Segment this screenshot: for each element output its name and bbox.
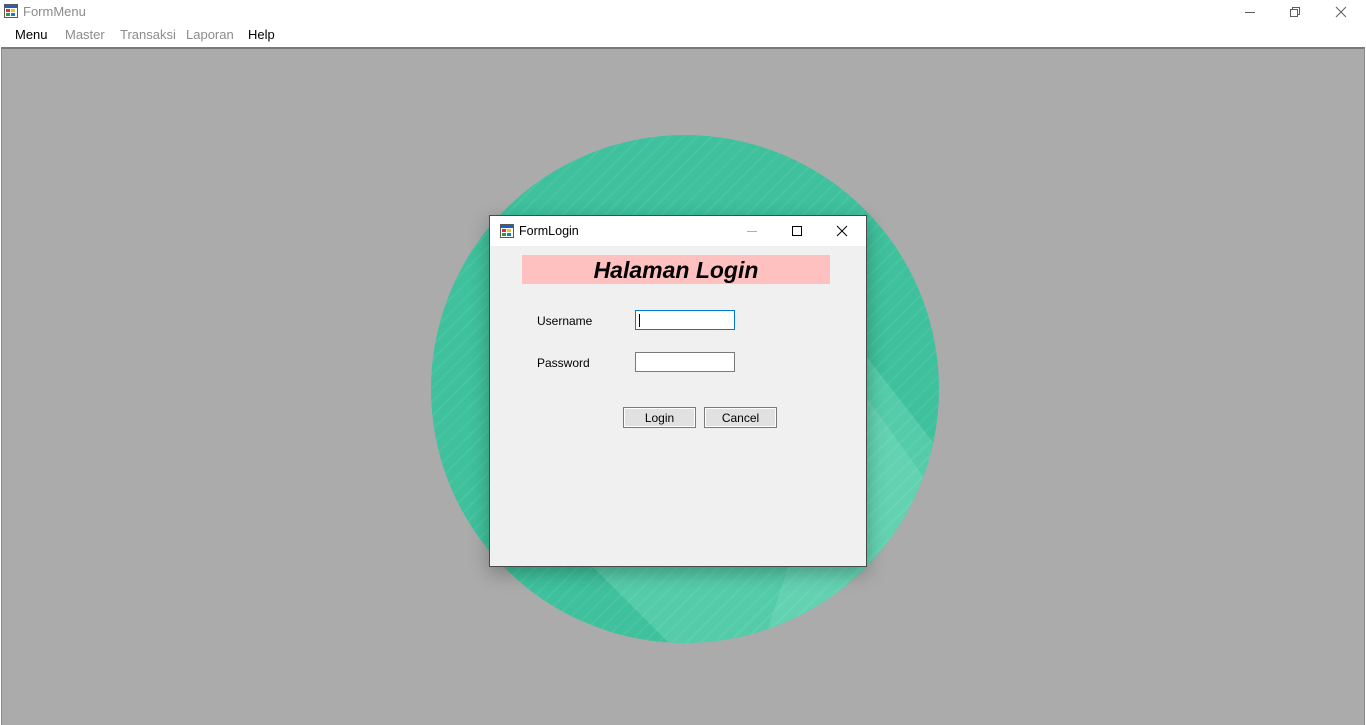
- login-minimize-button[interactable]: [730, 216, 774, 246]
- maximize-icon: [792, 226, 802, 236]
- username-input[interactable]: [635, 310, 735, 330]
- login-window-title: FormLogin: [519, 224, 579, 238]
- password-input[interactable]: [635, 352, 735, 372]
- minimize-icon: [747, 231, 757, 232]
- menu-item-laporan[interactable]: Laporan: [186, 27, 234, 43]
- login-close-button[interactable]: [820, 216, 864, 246]
- login-button[interactable]: Login: [623, 407, 696, 428]
- menu-bar: Menu Master Transaksi Laporan Help: [0, 23, 1366, 47]
- menu-item-master[interactable]: Master: [65, 27, 105, 43]
- close-icon: [1335, 6, 1347, 17]
- text-caret: [639, 314, 640, 327]
- title-bar[interactable]: FormMenu: [0, 0, 1366, 23]
- restore-icon: [1290, 6, 1300, 17]
- form-icon: [500, 224, 514, 238]
- main-window: FormMenu Menu Master Transaksi Laporan H…: [0, 0, 1366, 725]
- username-label: Username: [537, 314, 593, 328]
- minimize-button[interactable]: [1227, 0, 1273, 23]
- cancel-button[interactable]: Cancel: [704, 407, 777, 428]
- login-dialog: FormLogin Halaman Login Username Passwor…: [489, 215, 867, 567]
- menu-item-transaksi[interactable]: Transaksi: [120, 27, 176, 43]
- login-title-bar[interactable]: FormLogin: [490, 216, 866, 246]
- close-icon: [836, 225, 848, 237]
- form-icon: [4, 4, 18, 18]
- password-label: Password: [537, 356, 590, 370]
- restore-button[interactable]: [1272, 0, 1318, 23]
- menu-item-help[interactable]: Help: [248, 27, 275, 43]
- minimize-icon: [1245, 11, 1255, 13]
- login-maximize-button[interactable]: [775, 216, 819, 246]
- close-button[interactable]: [1318, 0, 1364, 23]
- login-header-title: Halaman Login: [593, 256, 759, 283]
- login-header-banner: Halaman Login: [522, 255, 830, 284]
- window-title: FormMenu: [23, 4, 86, 19]
- menu-item-menu[interactable]: Menu: [15, 27, 48, 43]
